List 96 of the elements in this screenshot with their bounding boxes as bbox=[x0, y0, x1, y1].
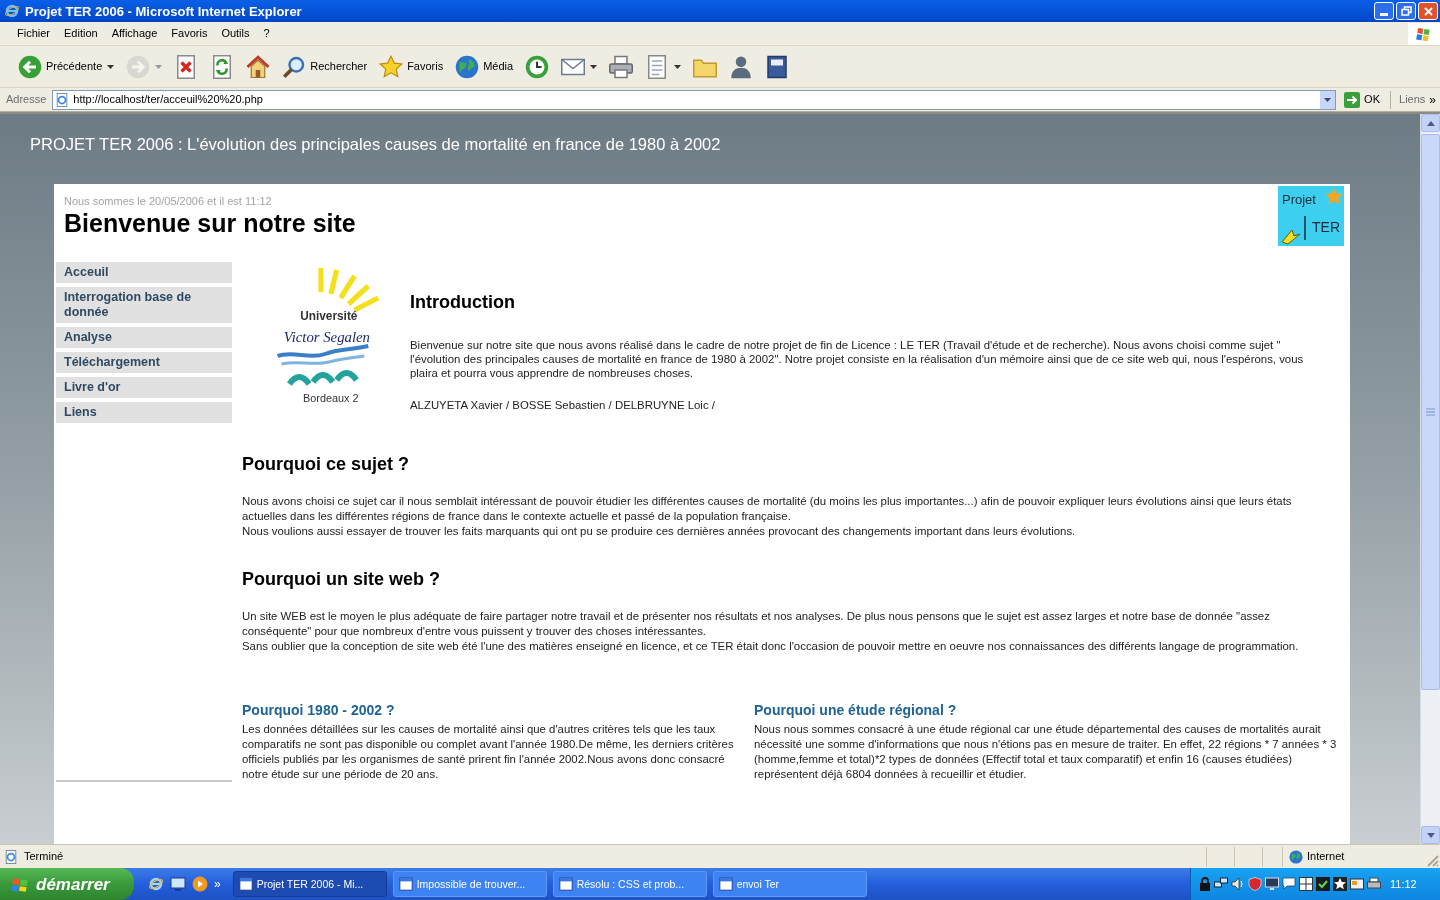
sidebar-link[interactable]: Téléchargement bbox=[56, 352, 232, 373]
caret-icon bbox=[590, 64, 598, 69]
chevron-icon[interactable]: » bbox=[1429, 93, 1436, 106]
university-logo: Université Victor Segalen Bordeaux 2 bbox=[248, 266, 386, 406]
media-button[interactable]: Média bbox=[451, 49, 518, 84]
start-button[interactable]: démarrer bbox=[0, 868, 134, 900]
menu-item[interactable]: Fichier bbox=[10, 28, 57, 39]
sidebar-link[interactable]: Livre d'or bbox=[56, 377, 232, 398]
flag-icon bbox=[12, 876, 30, 892]
printer-icon[interactable] bbox=[1367, 877, 1381, 891]
sidebar-link[interactable]: Acceuil bbox=[56, 262, 232, 283]
menu-item[interactable]: Outils bbox=[214, 28, 257, 39]
book-icon bbox=[765, 54, 790, 79]
resize-grip-icon bbox=[1426, 854, 1440, 868]
home-icon bbox=[246, 54, 271, 79]
browser-icon[interactable] bbox=[148, 876, 164, 892]
sidebar-link[interactable]: Liens bbox=[56, 402, 232, 423]
zone-label: Internet bbox=[1307, 851, 1345, 862]
checkmark-icon[interactable] bbox=[1316, 877, 1330, 891]
card-icon[interactable] bbox=[1350, 877, 1364, 891]
minimize-icon bbox=[1380, 13, 1388, 16]
speaker-icon[interactable] bbox=[1231, 877, 1245, 891]
scroll-up-button[interactable] bbox=[1421, 114, 1440, 132]
scrollbar[interactable] bbox=[1420, 114, 1440, 844]
project-logo: Projet TER bbox=[1278, 186, 1344, 246]
intro-paragraph: Bienvenue sur notre site que nous avons réalisé dans le cadre de notre projet de fin de Licence : LE TER (Travail d'étude et de recherche). Nous avons choisi comme sujet " l'évolution des principales causes de mortalité en france de 1980 à 2002". Notre projet consiste en la réalisation d'un mémoire ainsi que de ce site web qui, nous l'espérons, vous plaira et pourra vous apprendre de nombreuses choses. bbox=[410, 338, 1305, 380]
clock: 11:12 bbox=[1390, 878, 1417, 890]
window-title: Projet TER 2006 - Microsoft Internet Explorer bbox=[25, 4, 302, 18]
close-button[interactable] bbox=[1418, 2, 1438, 20]
menu-item[interactable]: Affichage bbox=[104, 28, 165, 39]
window-icon bbox=[398, 877, 413, 891]
printer-icon bbox=[609, 54, 634, 79]
search-button[interactable]: Rechercher bbox=[278, 49, 372, 84]
sidebar-link[interactable]: Interrogation base de donnée bbox=[56, 287, 232, 323]
page-heading: Bienvenue sur notre site bbox=[64, 208, 356, 238]
window-icon bbox=[558, 877, 573, 891]
taskbar-button[interactable]: envoi Ter bbox=[712, 871, 867, 897]
chat-icon[interactable] bbox=[1282, 877, 1296, 891]
section-heading: Pourquoi un site web ? bbox=[242, 569, 441, 589]
section-heading: Pourquoi ce sujet ? bbox=[242, 454, 411, 474]
monitor-icon[interactable] bbox=[1265, 877, 1279, 891]
scroll-down-button[interactable] bbox=[1421, 826, 1440, 844]
lock-icon[interactable] bbox=[1199, 877, 1211, 891]
star-icon[interactable] bbox=[1333, 877, 1347, 891]
column-paragraph: Les données détaillées sur les causes de mortalité ainsi que d'autres critères tels que les taux comparatifs ne sont pas disponible ou complet avant l'année 1980.De même, les derniers critères officiels publiés par les organismes de santé prirent fin l'année 2002.Nous avons donc consacré notre étude sur une période de 20 ans. bbox=[242, 722, 735, 782]
network-icon[interactable] bbox=[1214, 877, 1228, 891]
flag-icon bbox=[1408, 22, 1440, 45]
column-heading: Pourquoi une étude régional ? bbox=[754, 702, 958, 718]
caret-icon bbox=[155, 64, 163, 69]
desktop-icon[interactable] bbox=[170, 876, 186, 892]
menu-item[interactable]: Edition bbox=[57, 28, 105, 39]
back-button[interactable]: Précédente bbox=[14, 49, 119, 84]
taskbar-button[interactable]: Projet TER 2006 - Mi... bbox=[232, 871, 387, 897]
globe-icon bbox=[455, 54, 480, 79]
sidebar-link[interactable]: Analyse bbox=[56, 327, 232, 348]
scroll-thumb[interactable] bbox=[1421, 134, 1440, 690]
caret-icon bbox=[674, 64, 682, 69]
grip-icon bbox=[1426, 408, 1435, 416]
status-text: Terminé bbox=[24, 851, 64, 862]
search-icon bbox=[282, 54, 307, 79]
page-icon bbox=[4, 849, 18, 864]
globe-icon bbox=[1289, 849, 1303, 864]
address-label: Adresse bbox=[6, 94, 47, 105]
window-icon bbox=[238, 877, 253, 891]
star-icon bbox=[379, 54, 404, 79]
body-paragraph: Un site WEB est le moyen le plus adéquate de faire partager notre travail et de présenter nos résultats et nos analyses. De plus nous pensons que le sujet est assez larges et notre base de donnée "assez conséquente" pour que nombreux d'entre vous puissent y trouver des choses intéressantes. bbox=[242, 609, 1271, 639]
links-label[interactable]: Liens bbox=[1399, 94, 1426, 105]
caret-icon bbox=[107, 64, 115, 69]
browser-icon bbox=[4, 3, 20, 19]
go-button[interactable]: OK bbox=[1342, 89, 1382, 110]
taskbar-button[interactable]: Impossible de trouver... bbox=[392, 871, 547, 897]
section-heading: Introduction bbox=[410, 292, 516, 312]
body-paragraph: Nous voulions aussi essayer de trouver les faits marquants qui ont pu se produire ces dernières années provocant des changements important dans leurs évolutions. bbox=[242, 524, 1077, 539]
caret-icon bbox=[1426, 832, 1435, 838]
date-line: Nous sommes le 20/05/2006 et il est 11:12 bbox=[64, 194, 273, 208]
chevron-icon[interactable]: » bbox=[214, 878, 221, 890]
column-paragraph: Nous nous sommes consacré à une étude régional car une étude départemental des causes de mortalités aurait nécessité une somme d'informations que nous n'étions pas en mesure de traiter. En effet, 22 régions * 7 années * 3 (homme,femme et total)*2 types de données (Effectif total et taux comparatif) et enfin 16 (causes étudiées) représentent déjà 6804 données à recueillir et étudier. bbox=[754, 722, 1338, 782]
menu-item[interactable]: Favoris bbox=[164, 28, 215, 39]
body-paragraph: Sans oublier que la conception de site web été l'une des matières enseigné en licence, et ce TER était donc l'occasion de pouvoir mettre en oeuvre nos connaissances des différents langage de programmation. bbox=[242, 639, 1300, 654]
restore-icon bbox=[1400, 6, 1412, 16]
menu-item[interactable]: ? bbox=[256, 28, 277, 39]
column-heading: Pourquoi 1980 - 2002 ? bbox=[242, 702, 396, 718]
restore-button[interactable] bbox=[1396, 2, 1416, 20]
window-icon bbox=[718, 877, 733, 891]
close-icon bbox=[1423, 6, 1433, 16]
taskbar-button[interactable]: Résolu : CSS et prob... bbox=[552, 871, 707, 897]
caret-up-icon bbox=[1426, 120, 1435, 126]
page-header-title: PROJET TER 2006 : L'évolution des principales causes de mortalité en france de 1980 à 2002 bbox=[29, 134, 722, 155]
minimize-button[interactable] bbox=[1374, 2, 1394, 20]
favorites-button[interactable]: Favoris bbox=[375, 49, 448, 84]
body-paragraph: Nous avons choisi ce sujet car il nous semblait intéressant de pouvoir étudier les différentes causes de mortalité (du moins les plus importantes...) afin de pouvoir expliquer leurs évolutions ainsi que leurs états actuelles dans les différentes régions de france dans le contexte actuelle et passé de la population française. bbox=[242, 494, 1293, 524]
authors-line: ALZUYETA Xavier / BOSSE Sebastien / DELBRUYNE Loic / bbox=[410, 398, 716, 412]
play-icon[interactable] bbox=[192, 876, 208, 892]
grid-icon[interactable] bbox=[1299, 877, 1313, 891]
user-icon bbox=[729, 54, 754, 79]
history-icon bbox=[525, 54, 550, 79]
